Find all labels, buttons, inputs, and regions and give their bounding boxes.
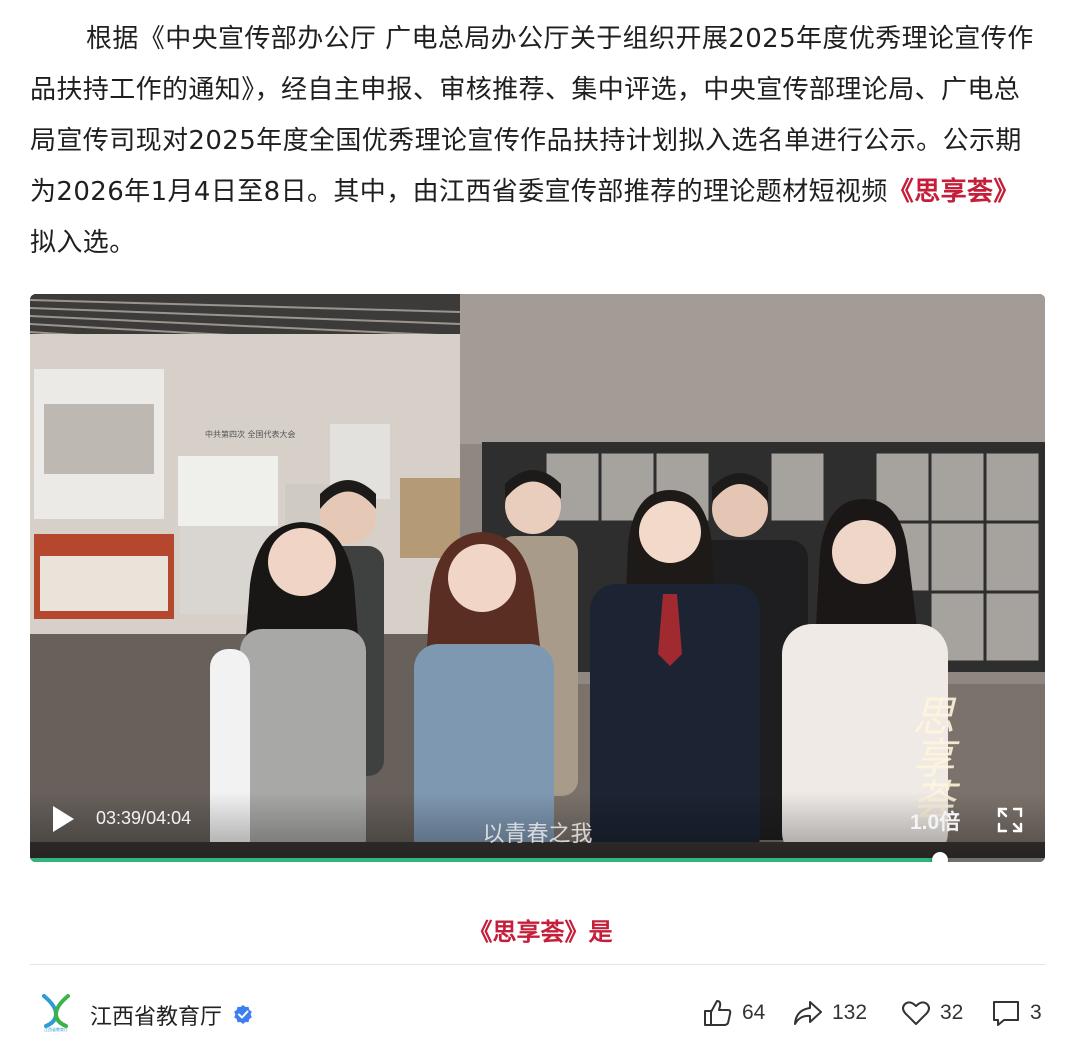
share-button[interactable]: 132 xyxy=(792,996,867,1030)
verified-badge-icon xyxy=(234,1005,252,1024)
logo-caption: 江西省教育厅 xyxy=(44,1026,68,1032)
video-player[interactable]: 中共第四次 全国代表大会 思享荟 03:39/04:04 以青春之我 1.0倍 xyxy=(30,294,1045,862)
divider xyxy=(30,964,1046,965)
paragraph-text-after: 拟入选。 xyxy=(30,228,136,258)
video-frame-image: 中共第四次 全国代表大会 xyxy=(30,294,1045,862)
article-body: 根据《中央宣传部办公厅 广电总局办公厅关于组织开展2025年度优秀理论宣传作品扶… xyxy=(30,14,1046,269)
heart-icon xyxy=(902,1001,930,1025)
account-logo-icon[interactable]: 江西省教育厅 xyxy=(36,992,76,1032)
share-count: 132 xyxy=(832,1001,868,1024)
section-caption: 《思享荟》是 xyxy=(468,918,613,946)
favorite-button[interactable]: 32 xyxy=(900,996,963,1030)
comment-button[interactable]: 3 xyxy=(990,996,1042,1030)
exhibit-wall-text: 中共第四次 全国代表大会 xyxy=(205,429,296,439)
share-arrow-icon xyxy=(794,1001,822,1025)
program-title-highlight[interactable]: 《思享荟》 xyxy=(888,177,1020,207)
comment-icon xyxy=(993,1001,1019,1026)
article-paragraph: 根据《中央宣传部办公厅 广电总局办公厅关于组织开展2025年度优秀理论宣传作品扶… xyxy=(30,14,1046,269)
favorite-count: 32 xyxy=(940,1001,964,1024)
thumbs-up-icon xyxy=(704,1000,732,1026)
like-count: 64 xyxy=(742,1001,766,1024)
fullscreen-icon[interactable] xyxy=(996,806,1024,834)
account-name[interactable]: 江西省教育厅 xyxy=(90,999,222,1031)
comment-count: 3 xyxy=(1030,1001,1042,1024)
paragraph-text-before: 根据《中央宣传部办公厅 广电总局办公厅关于组织开展2025年度优秀理论宣传作品扶… xyxy=(30,24,1034,207)
post-footer: 江西省教育厅 江西省教育厅 64 132 32 3 xyxy=(30,988,1046,1036)
playback-speed-button[interactable]: 1.0倍 xyxy=(910,806,960,836)
like-button[interactable]: 64 xyxy=(702,996,765,1030)
video-progress-fill xyxy=(30,858,941,862)
video-subtitle: 以青春之我 xyxy=(482,822,593,847)
